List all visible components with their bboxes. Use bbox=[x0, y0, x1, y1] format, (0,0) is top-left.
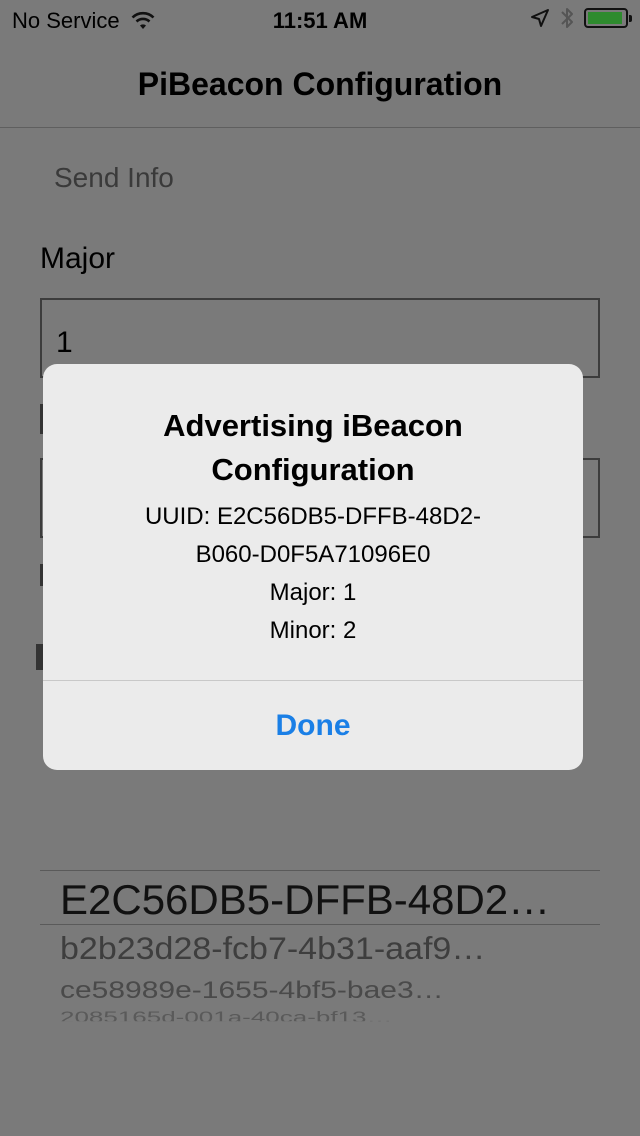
alert-message: UUID: E2C56DB5-DFFB-48D2- B060-D0F5A7109… bbox=[63, 498, 563, 650]
status-bar: No Service 11:51 AM bbox=[0, 0, 640, 40]
alert-dialog: Advertising iBeacon Configuration UUID: … bbox=[43, 364, 583, 770]
uuid-picker[interactable]: E2C56DB5-DFFB-48D2… b2b23d28-fcb7-4b31-a… bbox=[40, 870, 600, 1040]
alert-title-line: Configuration bbox=[211, 452, 415, 487]
alert-title: Advertising iBeacon Configuration bbox=[63, 404, 563, 492]
alert-uuid-line: UUID: E2C56DB5-DFFB-48D2- bbox=[144, 503, 482, 530]
picker-selection-bottom bbox=[40, 924, 600, 925]
picker-row[interactable]: b2b23d28-fcb7-4b31-aaf9… bbox=[60, 932, 580, 968]
send-info-button[interactable]: Send Info bbox=[54, 162, 174, 194]
alert-minor-line: Minor: 2 bbox=[269, 617, 357, 644]
navigation-bar: PiBeacon Configuration bbox=[0, 40, 640, 128]
alert-uuid-line: B060-D0F5A71096E0 bbox=[195, 541, 431, 568]
done-button[interactable]: Done bbox=[43, 681, 583, 770]
picker-selection-top bbox=[40, 870, 600, 871]
page-title: PiBeacon Configuration bbox=[137, 66, 503, 102]
alert-title-line: Advertising iBeacon bbox=[163, 408, 463, 443]
picker-row-selected[interactable]: E2C56DB5-DFFB-48D2… bbox=[60, 876, 600, 924]
battery-icon bbox=[584, 8, 632, 28]
picker-row[interactable]: ce58989e-1655-4bf5-bae3… bbox=[60, 977, 580, 1004]
alert-major-line: Major: 1 bbox=[269, 579, 357, 606]
bluetooth-icon bbox=[561, 8, 573, 28]
battery-level bbox=[588, 12, 622, 24]
status-right bbox=[530, 6, 632, 30]
major-label: Major bbox=[40, 242, 116, 275]
picker-row[interactable]: 2085165d-001a-40ca-bf13… bbox=[60, 1008, 580, 1021]
location-arrow-icon bbox=[531, 9, 549, 27]
